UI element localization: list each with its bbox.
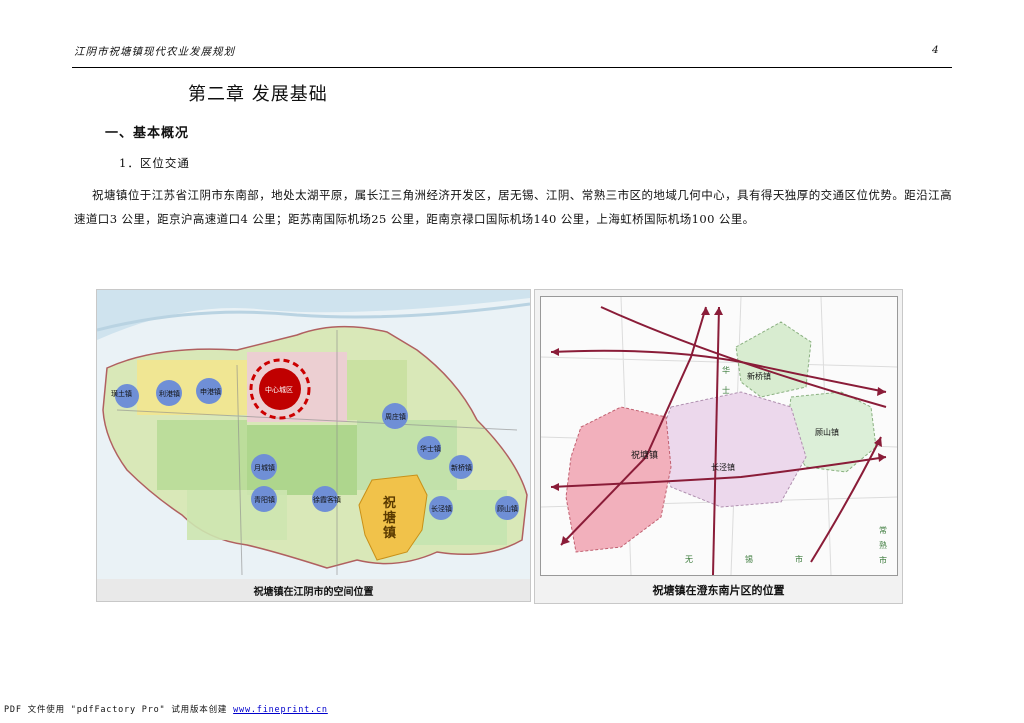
figure-right-caption: 祝塘镇在澄东南片区的位置	[652, 584, 785, 597]
town-label: 顾山镇	[815, 428, 839, 437]
town-label: 祝塘镇	[631, 451, 659, 461]
map-char: 市	[795, 555, 803, 564]
section-title: 一、基本概况	[105, 126, 190, 141]
header-rule	[72, 67, 952, 68]
map-char: 无	[685, 555, 693, 564]
jiangyin-map-image	[97, 290, 530, 579]
pdf-footer: PDF 文件使用 "pdfFactory Pro" 试用版本创建 www.fin…	[4, 703, 328, 715]
map-char: 锡	[745, 555, 753, 564]
town-label: 顾山镇	[497, 505, 518, 513]
town-label: 长泾镇	[431, 505, 452, 513]
map-char: 熟	[879, 541, 887, 550]
page-number: 4	[932, 44, 939, 56]
chapter-title: 第二章 发展基础	[188, 84, 328, 105]
footer-text: PDF 文件使用 "pdfFactory Pro" 试用版本创建	[4, 705, 234, 715]
figure-left-caption: 祝塘镇在江阴市的空间位置	[253, 587, 374, 598]
town-label: 新桥镇	[451, 464, 472, 472]
town-label: 新桥镇	[747, 372, 771, 381]
district-map-frame	[540, 296, 898, 576]
town-label: 申港镇	[200, 388, 221, 396]
town-label: 华士镇	[420, 445, 441, 453]
center-city-label: 中心城区	[265, 386, 293, 394]
figure-jiangyin-map: 璜土镇 利港镇 申港镇 中心城区 周庄镇 华士镇 新桥镇 月城镇 青阳镇 徐霞客…	[96, 289, 531, 602]
town-label: 青阳镇	[254, 496, 275, 504]
map-char: 市	[879, 556, 887, 565]
town-label: 利港镇	[159, 390, 180, 398]
body-paragraph: 祝塘镇位于江苏省江阴市东南部，地处太湖平原，属长江三角洲经济开发区，居无锡、江阴…	[74, 188, 952, 226]
subsection-title: 1．区位交通	[119, 156, 190, 170]
town-label: 璜土镇	[111, 390, 132, 398]
footer-link[interactable]: www.fineprint.cn	[233, 705, 328, 715]
town-label: 长泾镇	[711, 463, 735, 472]
map-char: 士	[722, 386, 730, 395]
map-char: 常	[879, 526, 887, 535]
running-header-title: 江阴市祝塘镇现代农业发展规划	[74, 46, 235, 58]
district-map-image	[541, 297, 897, 575]
town-label: 周庄镇	[385, 413, 406, 421]
zhutang-highlight-label: 祝塘镇	[383, 496, 397, 541]
figure-southeast-district-map: 新桥镇 祝塘镇 长泾镇 顾山镇 华 士 无 锡 市 常 熟 市 祝塘镇在澄东南片…	[534, 289, 903, 604]
town-label: 徐霞客镇	[313, 496, 341, 504]
map-char: 华	[722, 366, 730, 375]
town-label: 月城镇	[254, 464, 275, 472]
